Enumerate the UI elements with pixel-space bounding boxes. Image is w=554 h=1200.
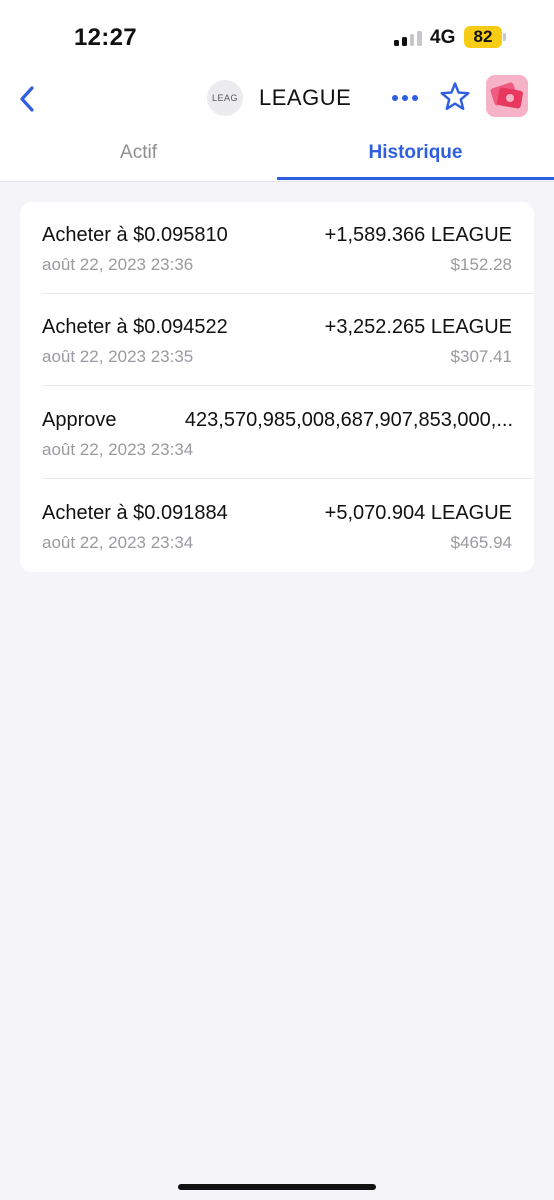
transaction-amount: 423,570,985,008,687,907,853,000,... — [184, 409, 513, 431]
chevron-left-icon — [20, 86, 34, 112]
transaction-amount: +1,589.366 LEAGUE — [324, 224, 512, 246]
list-item[interactable]: Approve août 22, 2023 23:34 423,570,985,… — [20, 387, 534, 479]
battery-indicator: 82 — [464, 26, 502, 48]
clock: 12:27 — [74, 24, 137, 51]
signal-strength-icon — [394, 30, 422, 46]
list-item[interactable]: Acheter à $0.095810 août 22, 2023 23:36 … — [20, 202, 534, 294]
transaction-value: $152.28 — [450, 255, 512, 274]
dot — [402, 95, 408, 101]
transaction-date: août 22, 2023 23:36 — [42, 255, 194, 274]
battery-cap — [503, 33, 506, 41]
avatar-image — [486, 75, 528, 117]
transaction-title: Acheter à $0.095810 — [42, 224, 228, 246]
star-icon — [440, 82, 470, 110]
transaction-amount: +3,252.265 LEAGUE — [324, 316, 512, 338]
screen: 12:27 4G 82 LEAG LEAGUE Actif Historique… — [0, 0, 554, 1200]
divider — [42, 478, 534, 479]
tab-actif[interactable]: Actif — [0, 130, 277, 181]
transaction-value: $307.41 — [450, 347, 512, 366]
network-type: 4G — [430, 27, 456, 48]
more-button[interactable] — [388, 86, 422, 110]
transaction-value: $465.94 — [450, 533, 512, 552]
list-item[interactable]: Acheter à $0.091884 août 22, 2023 23:34 … — [20, 480, 534, 572]
tab-active-indicator — [277, 177, 554, 180]
tab-bar: Actif Historique — [0, 130, 554, 182]
token-logo: LEAG — [207, 80, 243, 116]
divider — [42, 385, 534, 386]
dot — [412, 95, 418, 101]
tab-historique[interactable]: Historique — [277, 130, 554, 181]
list-item[interactable]: Acheter à $0.094522 août 22, 2023 23:35 … — [20, 294, 534, 386]
avatar[interactable] — [486, 75, 528, 117]
transaction-date: août 22, 2023 23:34 — [42, 440, 194, 459]
transaction-title: Approve — [42, 409, 117, 431]
nav-bar: LEAG LEAGUE — [0, 75, 554, 130]
favorite-button[interactable] — [438, 80, 472, 114]
home-indicator — [178, 1184, 376, 1190]
status-bar: 12:27 4G 82 — [0, 0, 554, 76]
transaction-date: août 22, 2023 23:34 — [42, 533, 194, 552]
transaction-amount: +5,070.904 LEAGUE — [324, 502, 512, 524]
transaction-title: Acheter à $0.094522 — [42, 316, 228, 338]
history-list: Acheter à $0.095810 août 22, 2023 23:36 … — [20, 202, 534, 572]
dot — [392, 95, 398, 101]
transaction-title: Acheter à $0.091884 — [42, 502, 228, 524]
back-button[interactable] — [10, 82, 44, 116]
transaction-date: août 22, 2023 23:35 — [42, 347, 194, 366]
page-title: LEAGUE — [259, 85, 352, 110]
